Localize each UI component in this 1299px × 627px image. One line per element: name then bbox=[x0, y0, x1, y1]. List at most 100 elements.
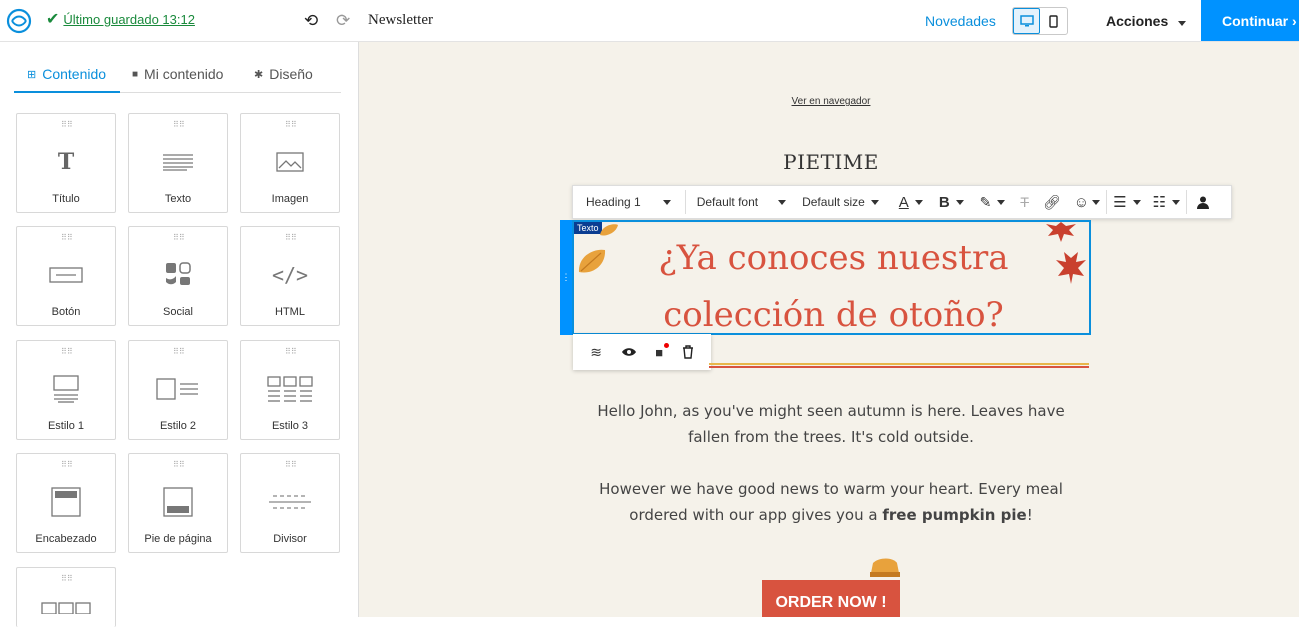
saved-label: Último guardado 13:12 bbox=[63, 12, 195, 27]
image-icon bbox=[241, 144, 339, 180]
email-canvas: Ver en navegador PIETIME Heading 1 Defau… bbox=[359, 42, 1299, 617]
button-icon bbox=[17, 257, 115, 293]
block-label: Social bbox=[163, 306, 193, 318]
paragraph-line: fallen from the trees. It's cold outside… bbox=[688, 428, 974, 446]
block-estilo-3[interactable]: ⠿⠿ Estilo 3 bbox=[240, 340, 340, 440]
highlight-button[interactable]: ✎ bbox=[972, 185, 1014, 219]
drag-handle-icon: ⠿⠿ bbox=[285, 233, 297, 242]
block-label: Texto bbox=[164, 193, 192, 205]
saved-status[interactable]: ✔ Último guardado 13:12 bbox=[46, 10, 195, 28]
desktop-view-button[interactable] bbox=[1013, 8, 1041, 34]
chevron-down-icon bbox=[997, 199, 1006, 205]
brand-logo-icon[interactable] bbox=[6, 8, 32, 34]
save-icon: ■ bbox=[132, 68, 139, 80]
social-icons bbox=[129, 257, 227, 293]
bold-text: free pumpkin pie bbox=[882, 506, 1027, 524]
check-icon: ✔ bbox=[46, 10, 60, 28]
divider-line bbox=[709, 363, 1089, 365]
eye-icon[interactable] bbox=[621, 347, 637, 357]
bold-button[interactable]: B bbox=[931, 185, 972, 219]
block-label: HTML bbox=[275, 306, 305, 318]
heading-line: ¿Ya conoces nuestra bbox=[658, 238, 1009, 278]
active-tab-indicator bbox=[14, 91, 120, 93]
paragraph-text: ordered with our app gives you a bbox=[629, 506, 883, 524]
mobile-view-button[interactable] bbox=[1040, 8, 1067, 34]
tab-contenido[interactable]: ⊞ Contenido bbox=[27, 66, 106, 82]
size-select[interactable]: Default size bbox=[798, 185, 891, 219]
brand-name[interactable]: PIETIME bbox=[359, 150, 1299, 174]
pie-icon bbox=[870, 558, 900, 577]
header-layout-icon bbox=[17, 484, 115, 520]
layers-icon[interactable]: ≋ bbox=[590, 344, 602, 361]
acciones-label: Acciones bbox=[1106, 13, 1169, 29]
chevron-down-icon bbox=[662, 199, 671, 205]
save-block-icon[interactable]: ■ bbox=[655, 342, 670, 360]
sidebar-tabs: ⊞ Contenido ■ Mi contenido ✱ Diseño bbox=[14, 60, 341, 93]
novedades-link[interactable]: Novedades bbox=[925, 13, 996, 29]
title-icon: T bbox=[57, 149, 75, 175]
view-in-browser-link[interactable]: Ver en navegador bbox=[359, 96, 1299, 107]
emoji-button[interactable]: ☺ bbox=[1068, 185, 1106, 219]
undo-icon[interactable]: ⟲ bbox=[304, 11, 318, 31]
unsaved-dot bbox=[664, 342, 670, 348]
chevron-down-icon bbox=[1178, 21, 1187, 26]
drag-handle-icon: ⠿⠿ bbox=[61, 574, 73, 583]
paragraph-text: ! bbox=[1026, 506, 1033, 524]
font-select[interactable]: Default font bbox=[686, 185, 798, 219]
block-imagen[interactable]: ⠿⠿ Imagen bbox=[240, 113, 340, 213]
order-now-button[interactable]: ORDER NOW ! bbox=[762, 580, 900, 617]
tab-diseno[interactable]: ✱ Diseño bbox=[254, 66, 313, 82]
numbered-list-button[interactable]: ☷ bbox=[1147, 185, 1186, 219]
block-html[interactable]: ⠿⠿ </> HTML bbox=[240, 226, 340, 326]
font-select-value: Default font bbox=[696, 195, 759, 209]
trash-icon[interactable] bbox=[682, 345, 694, 359]
block-boton[interactable]: ⠿⠿ Botón bbox=[16, 226, 116, 326]
block-label: Estilo 2 bbox=[159, 420, 197, 432]
block-columns[interactable]: ⠿⠿ bbox=[16, 567, 116, 627]
continuar-button[interactable]: Continuar › bbox=[1201, 0, 1299, 41]
selected-text-block[interactable]: Texto ¿Ya conoces nuestra colección de o… bbox=[572, 220, 1091, 335]
layout-2-icon bbox=[129, 371, 227, 407]
block-divisor[interactable]: ⠿⠿ Divisor bbox=[240, 453, 340, 553]
block-label: Encabezado bbox=[35, 533, 97, 545]
block-texto[interactable]: ⠿⠿ Texto bbox=[128, 113, 228, 213]
chevron-right-icon: › bbox=[1292, 13, 1297, 29]
paragraph-line: Hello John, as you've might seen autumn … bbox=[597, 402, 1065, 420]
chevron-down-icon bbox=[1132, 199, 1141, 205]
block-social[interactable]: ⠿⠿ Social bbox=[128, 226, 228, 326]
gear-icon: ✱ bbox=[254, 68, 264, 81]
redo-icon[interactable]: ⟳ bbox=[336, 11, 350, 31]
block-encabezado[interactable]: ⠿⠿ Encabezado bbox=[16, 453, 116, 553]
drag-handle-icon: ⠿⠿ bbox=[173, 460, 185, 469]
text-lines-icon bbox=[129, 144, 227, 180]
block-label: Pie de página bbox=[144, 533, 212, 545]
paragraph-1[interactable]: Hello John, as you've might seen autumn … bbox=[359, 398, 1299, 450]
personalize-button[interactable] bbox=[1187, 185, 1219, 219]
tab-label: Contenido bbox=[42, 66, 107, 82]
tab-mi-contenido[interactable]: ■ Mi contenido bbox=[132, 66, 223, 82]
heading-select[interactable]: Heading 1 bbox=[573, 185, 685, 219]
chevron-down-icon bbox=[1171, 199, 1180, 205]
bullet-list-button[interactable]: ☰ bbox=[1107, 185, 1146, 219]
block-drag-handle[interactable]: ⋮ bbox=[560, 220, 572, 335]
footer-layout-icon bbox=[129, 484, 227, 520]
block-titulo[interactable]: ⠿⠿ T Título bbox=[16, 113, 116, 213]
numbered-list-icon: ☷ bbox=[1152, 194, 1166, 211]
paragraph-2[interactable]: However we have good news to warm your h… bbox=[359, 476, 1299, 528]
block-estilo-2[interactable]: ⠿⠿ Estilo 2 bbox=[128, 340, 228, 440]
smiley-icon: ☺ bbox=[1073, 193, 1090, 211]
clear-format-button[interactable]: T bbox=[1013, 185, 1036, 219]
drag-handle-icon: ⠿⠿ bbox=[285, 347, 297, 356]
content-sidebar: ⊞ Contenido ■ Mi contenido ✱ Diseño ⠿⠿ T… bbox=[0, 42, 359, 627]
acciones-menu[interactable]: Acciones bbox=[1106, 13, 1187, 29]
chevron-down-icon bbox=[1092, 199, 1101, 205]
block-estilo-1[interactable]: ⠿⠿ Estilo 1 bbox=[16, 340, 116, 440]
text-color-button[interactable]: A bbox=[891, 185, 931, 219]
block-actions-bar: ≋ ■ bbox=[573, 334, 711, 370]
link-icon: 🔗︎ bbox=[1042, 193, 1061, 210]
link-button[interactable]: 🔗︎ bbox=[1036, 185, 1068, 219]
block-label: Imagen bbox=[271, 193, 309, 205]
heading-text[interactable]: ¿Ya conoces nuestra colección de otoño? bbox=[574, 230, 1093, 344]
block-pie-de-pagina[interactable]: ⠿⠿ Pie de página bbox=[128, 453, 228, 553]
block-label: Estilo 1 bbox=[47, 420, 85, 432]
